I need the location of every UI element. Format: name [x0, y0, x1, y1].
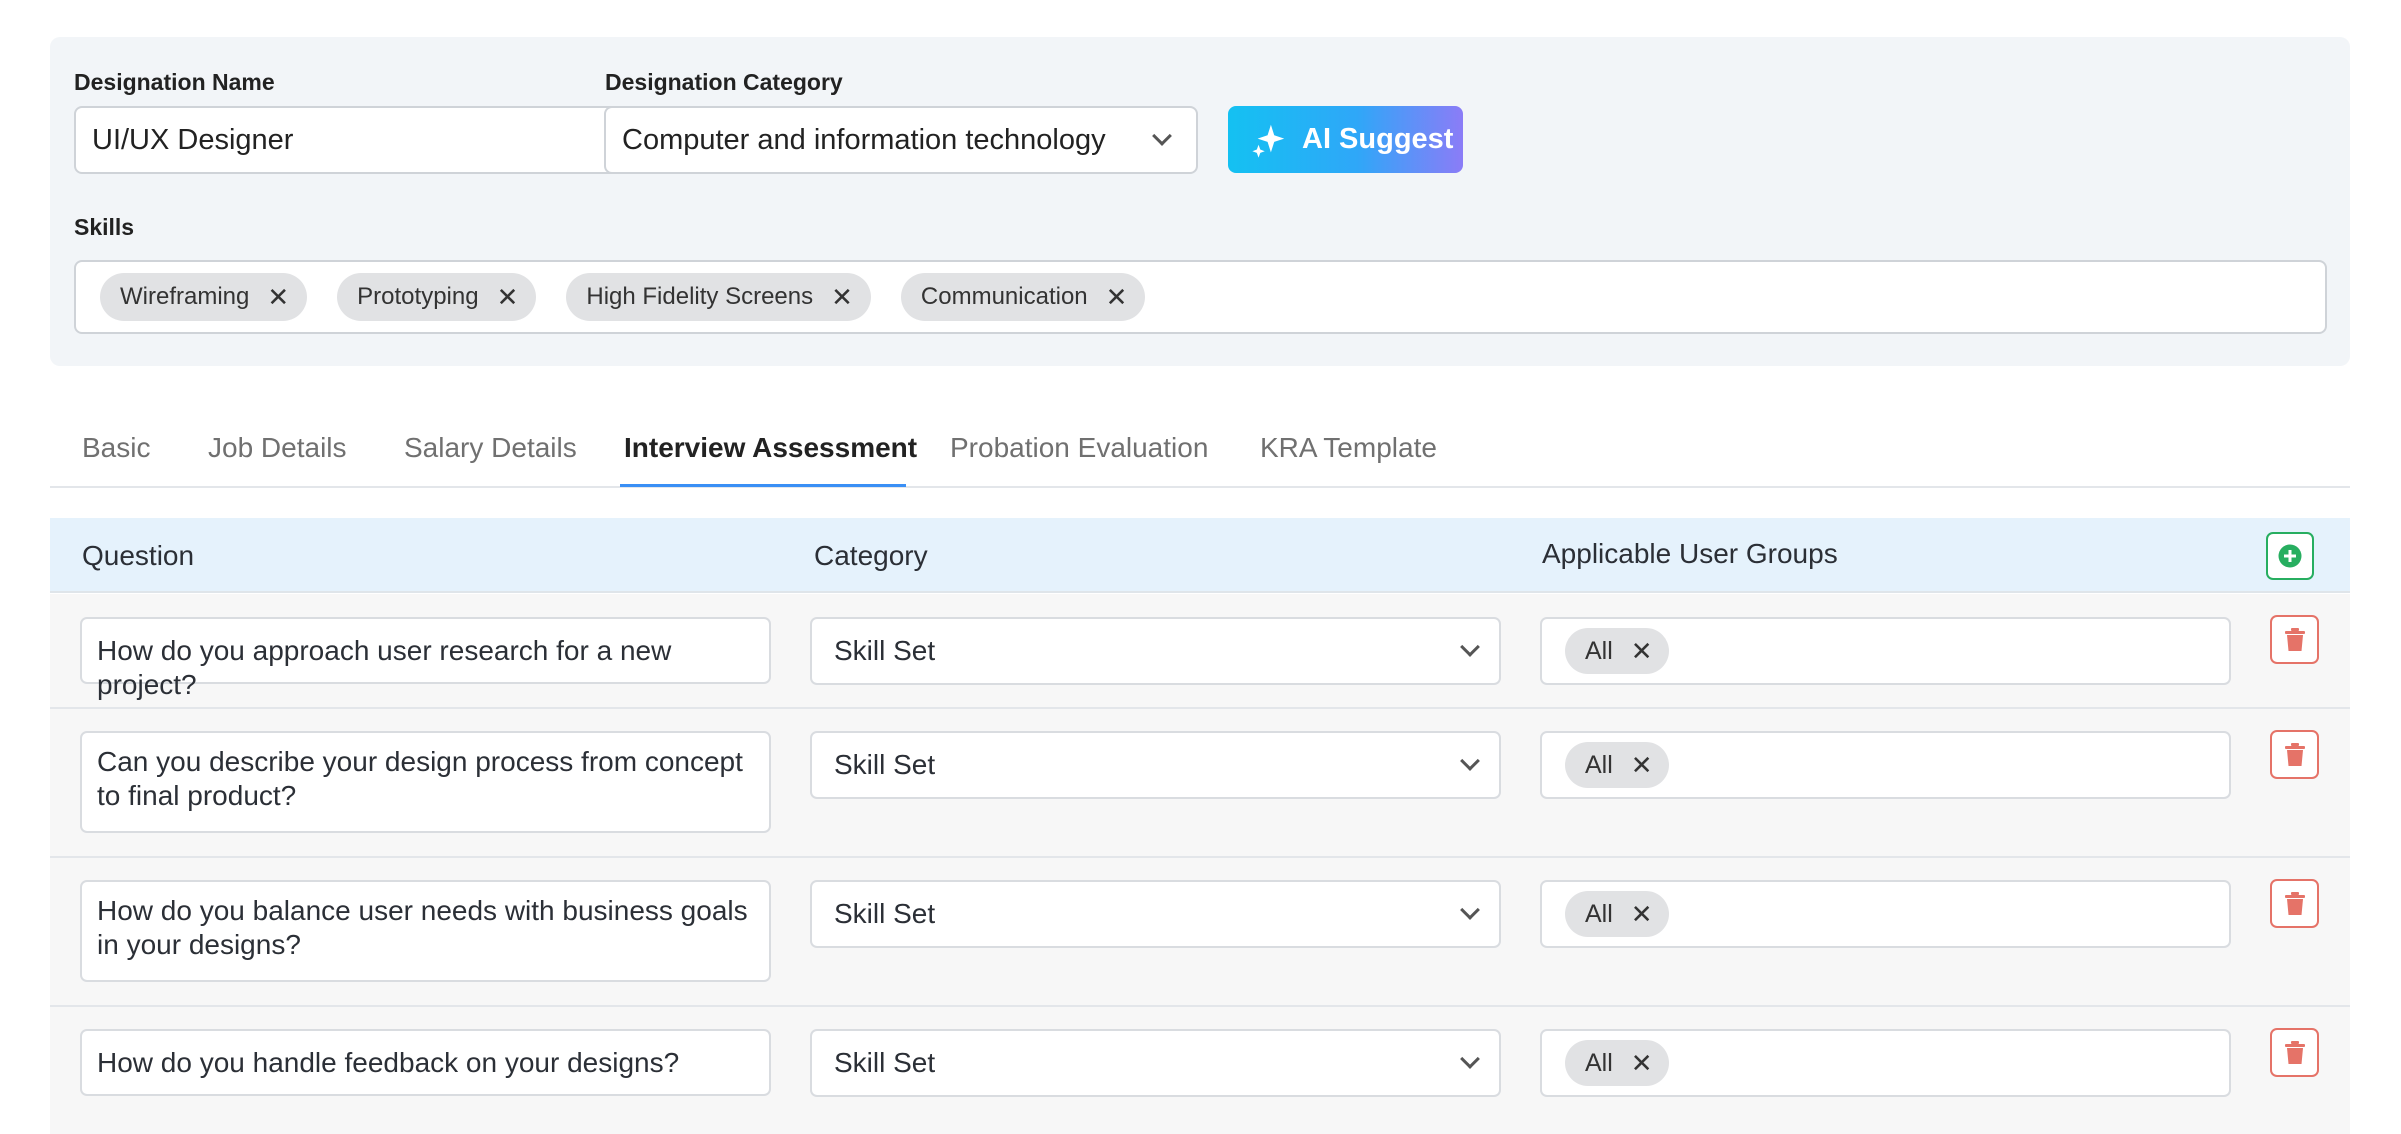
user-groups-input[interactable]: All ✕ — [1540, 731, 2231, 799]
designation-category-value: Computer and information technology — [622, 124, 1106, 156]
category-value: Skill Set — [834, 749, 936, 780]
trash-icon — [2284, 627, 2305, 651]
question-input[interactable]: How do you handle feedback on your desig… — [80, 1029, 771, 1096]
skill-chip: High Fidelity Screens ✕ — [566, 273, 871, 321]
question-input[interactable]: Can you describe your design process fro… — [80, 731, 771, 833]
ai-suggest-label: AI Suggest — [1302, 123, 1454, 155]
table-row: How do you approach user research for a … — [50, 594, 2350, 709]
ai-suggest-button[interactable]: AI Suggest — [1228, 106, 1463, 173]
user-group-chip: All ✕ — [1565, 891, 1669, 937]
close-icon[interactable]: ✕ — [1106, 284, 1128, 310]
skill-chip-label: High Fidelity Screens — [586, 283, 814, 310]
category-value: Skill Set — [834, 635, 936, 666]
chevron-down-icon — [1460, 900, 1480, 920]
tab-basic[interactable]: Basic — [82, 432, 150, 464]
category-select[interactable]: Skill Set — [810, 731, 1501, 799]
chevron-down-icon — [1460, 637, 1480, 657]
skills-input[interactable]: Wireframing ✕ Prototyping ✕ High Fidelit… — [74, 260, 2327, 334]
skill-chip: Wireframing ✕ — [100, 273, 308, 321]
designation-category-label: Designation Category — [605, 69, 843, 95]
chevron-down-icon — [1460, 1049, 1480, 1069]
table-row: Can you describe your design process fro… — [50, 709, 2350, 858]
tab-kra-template[interactable]: KRA Template — [1260, 432, 1437, 464]
close-icon[interactable]: ✕ — [267, 284, 289, 310]
close-icon[interactable]: ✕ — [497, 284, 519, 310]
delete-question-button[interactable] — [2270, 615, 2319, 664]
table-header: Question Category Applicable User Groups — [50, 518, 2350, 593]
column-header-category: Category — [814, 540, 928, 571]
close-icon[interactable]: ✕ — [831, 284, 853, 310]
trash-icon — [2284, 742, 2305, 766]
user-group-label: All — [1585, 1048, 1613, 1077]
tab-interview-assessment[interactable]: Interview Assessment — [624, 432, 917, 464]
skill-chip: Communication ✕ — [900, 273, 1146, 321]
sparkle-icon — [1252, 124, 1285, 158]
active-tab-indicator — [620, 484, 906, 487]
column-header-groups: Applicable User Groups — [1542, 538, 1838, 569]
tab-salary-details[interactable]: Salary Details — [404, 432, 577, 464]
user-group-label: All — [1585, 636, 1613, 665]
question-input[interactable]: How do you balance user needs with busin… — [80, 880, 771, 982]
plus-circle-icon — [2278, 544, 2302, 568]
tab-job-details[interactable]: Job Details — [208, 432, 347, 464]
skills-label: Skills — [74, 214, 135, 240]
trash-icon — [2284, 891, 2305, 915]
add-question-button[interactable] — [2266, 532, 2314, 580]
category-value: Skill Set — [834, 1047, 936, 1078]
skill-chip-label: Wireframing — [120, 283, 250, 310]
close-icon[interactable]: ✕ — [1631, 638, 1653, 664]
chevron-down-icon — [1152, 126, 1172, 146]
table-row: How do you balance user needs with busin… — [50, 858, 2350, 1007]
designation-form-panel: Designation Name UI/UX Designer Designat… — [50, 37, 2350, 366]
interview-questions-table: Question Category Applicable User Groups… — [50, 518, 2350, 1134]
category-select[interactable]: Skill Set — [810, 880, 1501, 948]
tab-probation-evaluation[interactable]: Probation Evaluation — [950, 432, 1208, 464]
delete-question-button[interactable] — [2270, 730, 2319, 779]
close-icon[interactable]: ✕ — [1631, 752, 1653, 778]
delete-question-button[interactable] — [2270, 1028, 2319, 1077]
user-groups-input[interactable]: All ✕ — [1540, 1029, 2231, 1097]
designation-category-select[interactable]: Computer and information technology — [604, 106, 1198, 174]
user-group-label: All — [1585, 899, 1613, 928]
category-select[interactable]: Skill Set — [810, 1029, 1501, 1097]
designation-name-input[interactable]: UI/UX Designer — [74, 106, 626, 174]
delete-question-button[interactable] — [2270, 879, 2319, 928]
user-group-label: All — [1585, 750, 1613, 779]
skill-chip-label: Prototyping — [357, 283, 479, 310]
user-group-chip: All ✕ — [1565, 1040, 1669, 1086]
table-row: How do you handle feedback on your desig… — [50, 1007, 2350, 1134]
user-group-chip: All ✕ — [1565, 742, 1669, 788]
user-group-chip: All ✕ — [1565, 628, 1669, 674]
chevron-down-icon — [1460, 751, 1480, 771]
skill-chip: Prototyping ✕ — [337, 273, 537, 321]
close-icon[interactable]: ✕ — [1631, 901, 1653, 927]
skill-chip-label: Communication — [920, 283, 1088, 310]
user-groups-input[interactable]: All ✕ — [1540, 880, 2231, 948]
designation-tabs: Basic Job Details Salary Details Intervi… — [50, 418, 2350, 488]
user-groups-input[interactable]: All ✕ — [1540, 617, 2231, 685]
question-input[interactable]: How do you approach user research for a … — [80, 617, 771, 700]
designation-name-label: Designation Name — [74, 69, 275, 95]
column-header-question: Question — [82, 540, 195, 571]
category-value: Skill Set — [834, 898, 936, 929]
category-select[interactable]: Skill Set — [810, 617, 1501, 685]
trash-icon — [2284, 1040, 2305, 1064]
close-icon[interactable]: ✕ — [1631, 1050, 1653, 1076]
